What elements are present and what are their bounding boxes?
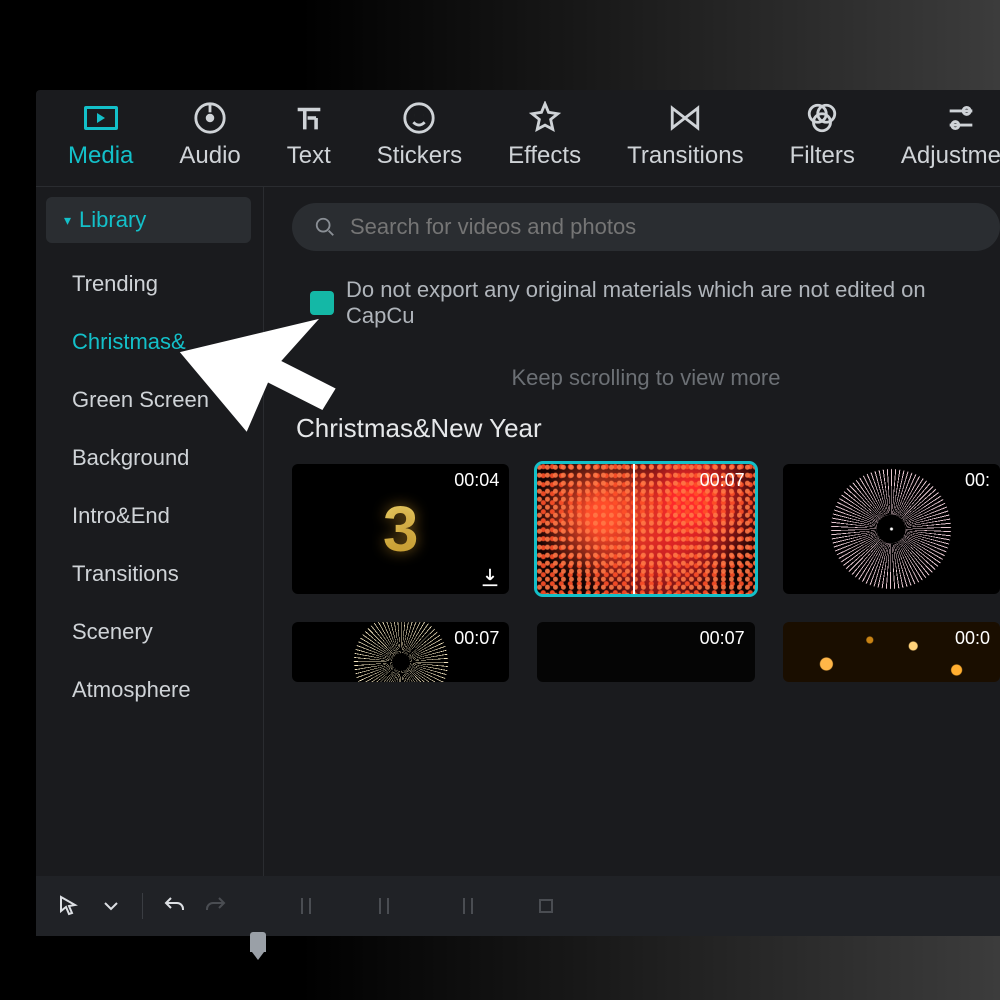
sidebar-item-label: Green Screen <box>72 387 209 412</box>
sidebar-item-label: Trending <box>72 271 158 296</box>
undo-button[interactable] <box>157 889 191 923</box>
tab-label: Filters <box>790 142 855 170</box>
effects-icon <box>527 100 563 136</box>
tab-stickers[interactable]: Stickers <box>373 98 466 172</box>
stickers-icon <box>401 100 437 136</box>
split-left-tool[interactable] <box>369 889 403 923</box>
clip-grid-row-2: 00:07 00:07 00:0 <box>292 622 1000 682</box>
playhead[interactable] <box>250 932 266 952</box>
sidebar-header-label: Library <box>79 207 146 233</box>
preview-scrubber[interactable] <box>633 464 635 594</box>
clip-duration: 00: <box>965 470 990 491</box>
tab-filters[interactable]: Filters <box>786 98 859 172</box>
top-tabs: Media Audio Text Stickers Effects Transi… <box>36 90 1000 187</box>
sidebar-item-label: Background <box>72 445 189 470</box>
filters-icon <box>804 100 840 136</box>
clip-thumbnail[interactable]: 00:07 <box>537 622 754 682</box>
search-bar[interactable] <box>292 203 1000 251</box>
app-window: Media Audio Text Stickers Effects Transi… <box>36 90 1000 900</box>
download-icon[interactable] <box>479 566 501 588</box>
section-title: Christmas&New Year <box>296 413 1000 444</box>
clip-thumbnail[interactable]: 00: <box>783 464 1000 594</box>
adjustment-icon <box>943 100 979 136</box>
export-note-text: Do not export any original materials whi… <box>346 277 1000 329</box>
chevron-down-icon[interactable] <box>94 889 128 923</box>
clip-duration: 00:04 <box>454 470 499 491</box>
sidebar-item-intro-end[interactable]: Intro&End <box>36 487 263 545</box>
search-input[interactable] <box>350 214 978 240</box>
tab-effects[interactable]: Effects <box>504 98 585 172</box>
tab-audio[interactable]: Audio <box>175 98 244 172</box>
split-right-tool[interactable] <box>449 889 483 923</box>
tab-label: Audio <box>179 142 240 170</box>
tab-text[interactable]: Text <box>283 98 335 172</box>
audio-icon <box>192 100 228 136</box>
main-panel: Do not export any original materials whi… <box>264 187 1000 897</box>
clip-duration: 00:07 <box>700 470 745 491</box>
tab-label: Adjustment <box>901 142 1000 170</box>
timeline-toolbar <box>36 876 1000 936</box>
redo-button[interactable] <box>199 889 233 923</box>
tab-transitions[interactable]: Transitions <box>623 98 747 172</box>
clip-thumbnail[interactable]: 3 00:04 <box>292 464 509 594</box>
media-icon <box>83 100 119 136</box>
tab-media[interactable]: Media <box>64 98 137 172</box>
clip-duration: 00:0 <box>955 628 990 649</box>
countdown-3-thumb: 3 <box>383 492 419 566</box>
text-icon <box>291 100 327 136</box>
sidebar-item-label: Intro&End <box>72 503 170 528</box>
clip-duration: 00:07 <box>700 628 745 649</box>
sidebar-item-label: Atmosphere <box>72 677 191 702</box>
sidebar-item-label: Scenery <box>72 619 153 644</box>
pointer-tool[interactable] <box>52 889 86 923</box>
tab-label: Stickers <box>377 142 462 170</box>
sidebar-item-background[interactable]: Background <box>36 429 263 487</box>
transitions-icon <box>667 100 703 136</box>
export-note: Do not export any original materials whi… <box>310 277 1000 329</box>
clip-grid: 3 00:04 00:07 00: <box>292 464 1000 594</box>
tab-label: Media <box>68 142 133 170</box>
sidebar-header-library[interactable]: Library <box>46 197 251 243</box>
clip-duration: 00:07 <box>454 628 499 649</box>
tab-adjustment[interactable]: Adjustment <box>897 98 1000 172</box>
split-tool[interactable] <box>289 889 323 923</box>
sidebar-item-label: Transitions <box>72 561 179 586</box>
tab-label: Transitions <box>627 142 743 170</box>
sidebar-item-atmosphere[interactable]: Atmosphere <box>36 661 263 719</box>
scroll-hint: Keep scrolling to view more <box>292 365 1000 391</box>
tab-label: Text <box>287 142 331 170</box>
sidebar-item-scenery[interactable]: Scenery <box>36 603 263 661</box>
clip-thumbnail[interactable]: 00:07 <box>292 622 509 682</box>
sidebar-item-transitions[interactable]: Transitions <box>36 545 263 603</box>
clip-thumbnail[interactable]: 00:0 <box>783 622 1000 682</box>
toolbar-divider <box>142 893 143 919</box>
clip-thumbnail[interactable]: 00:07 <box>537 464 754 594</box>
tab-label: Effects <box>508 142 581 170</box>
crop-tool[interactable] <box>529 889 563 923</box>
search-icon <box>314 216 336 238</box>
